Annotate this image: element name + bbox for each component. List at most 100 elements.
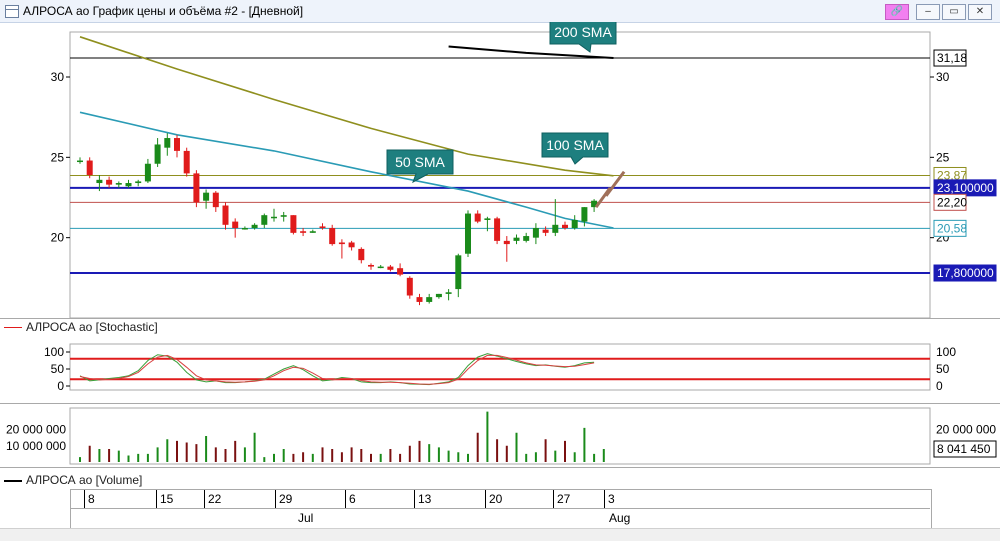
candle-body (358, 248, 365, 261)
pin-button[interactable]: 🔗 (885, 4, 909, 20)
candle-body (416, 297, 423, 302)
candle-body (154, 144, 161, 164)
price-tick-label-left: 20 (51, 231, 65, 245)
x-axis-date-tick (84, 490, 85, 508)
x-axis-date-tick (485, 490, 486, 508)
x-axis-date-label: 3 (608, 492, 615, 506)
volume-tick-label-left: 20 000 000 (6, 423, 66, 437)
candle-body (329, 228, 336, 245)
x-axis-separator (70, 508, 930, 509)
candle-body (348, 242, 355, 248)
price-tick-label-right: 25 (936, 150, 950, 164)
stoch-tick-label-left: 0 (57, 379, 64, 393)
candle-body (387, 266, 394, 270)
price-tick-label-left: 25 (51, 150, 65, 164)
candle-body (562, 224, 568, 229)
candle-body (319, 226, 326, 229)
x-axis-date-label: 15 (160, 492, 174, 506)
candle-body (581, 207, 588, 222)
candle-body (115, 183, 122, 185)
x-axis-date-tick (414, 490, 415, 508)
candle-body (426, 297, 433, 302)
chart-window-icon (5, 5, 19, 18)
stochastic-legend-swatch (4, 327, 22, 328)
x-axis-month-label: Jul (298, 511, 314, 525)
price-tag-last: 22,20 (937, 195, 967, 209)
stoch-tick-label-left: 50 (51, 362, 65, 376)
x-axis-date-tick (604, 490, 605, 508)
stoch-tick-label-right: 50 (936, 362, 950, 376)
candle-body (474, 213, 481, 222)
x-axis-date-label: 8 (88, 492, 95, 506)
candle-body (397, 268, 404, 275)
candle-body (513, 237, 520, 241)
candle-body (193, 173, 200, 203)
candle-body (271, 216, 277, 219)
x-axis-date-tick (275, 490, 276, 508)
candle-body (280, 215, 287, 217)
candle-body (144, 163, 151, 182)
x-axis-month-label: Aug (609, 511, 631, 525)
volume-legend: АЛРОСА ао [Volume] (26, 473, 143, 487)
candle-body (309, 231, 316, 233)
minimize-button[interactable]: – (916, 4, 940, 20)
candle-body (135, 181, 142, 184)
candle-body (183, 150, 190, 174)
volume-tick-label-right: 20 000 000 (936, 423, 996, 437)
x-axis-date-label: 13 (418, 492, 432, 506)
candle-body (406, 277, 413, 296)
candle-body (174, 138, 180, 151)
x-axis-date-tick (553, 490, 554, 508)
candle-body (203, 192, 210, 201)
stoch-tick-label-left: 100 (44, 345, 64, 359)
window-titlebar: АЛРОСА ао График цены и объёма #2 - [Дне… (0, 0, 1000, 23)
panel-divider-stochastic[interactable] (0, 403, 1000, 404)
x-axis-date-tick (204, 490, 205, 508)
candle-body (125, 183, 132, 187)
price-tag-level_low: 17,800000 (937, 266, 994, 280)
candle-body (494, 218, 501, 241)
candle-body (232, 221, 239, 229)
stochastic-legend: АЛРОСА ао [Stochastic] (26, 320, 158, 334)
candle-body (571, 219, 578, 229)
x-axis-date-label: 6 (349, 492, 356, 506)
volume-panel-frame (69, 407, 931, 465)
stoch-tick-label-right: 0 (936, 379, 943, 393)
price-tick-label-left: 30 (51, 70, 65, 84)
price-tag-level_high: 23,100000 (937, 181, 994, 195)
candle-body (77, 160, 83, 163)
x-axis-date-tick (345, 490, 346, 508)
candle-body (542, 229, 549, 233)
sma100-callout-label: 100 SMA (546, 137, 604, 153)
price-tag-sma50: 20,58 (937, 221, 967, 235)
candle-body (368, 264, 374, 267)
stoch-tick-label-right: 100 (936, 345, 956, 359)
candle-body (96, 179, 103, 184)
volume-last-value: 8 041 450 (937, 442, 991, 456)
window-title: АЛРОСА ао График цены и объёма #2 - [Дне… (23, 4, 304, 18)
price-tick-label-right: 30 (936, 70, 950, 84)
candle-body (532, 228, 539, 238)
candle-body (261, 215, 268, 225)
candle-body (222, 205, 229, 225)
x-axis-date-label: 27 (557, 492, 571, 506)
volume-tick-label-left: 10 000 000 (6, 439, 66, 453)
candle-body (445, 292, 452, 294)
candle-body (435, 293, 442, 298)
candle-body (241, 228, 248, 230)
sma200-callout-label: 200 SMA (554, 24, 612, 40)
candle-body (86, 160, 93, 175)
panel-divider-price[interactable] (0, 318, 1000, 319)
restore-button[interactable]: ▭ (942, 4, 966, 20)
x-axis-date-label: 22 (208, 492, 222, 506)
x-axis-date-label: 20 (489, 492, 503, 506)
close-button[interactable]: ✕ (968, 4, 992, 20)
candle-body (465, 213, 471, 254)
candle-body (212, 192, 219, 208)
panel-divider-volume[interactable] (0, 467, 1000, 468)
x-axis-date-tick (156, 490, 157, 508)
status-bar (0, 528, 1000, 541)
price-chart[interactable]: 30 3025 2520 20 31,1823,8723,10000022,2020,… (0, 22, 1000, 512)
stochastic-panel-frame (69, 343, 931, 391)
candle-body (290, 215, 297, 233)
